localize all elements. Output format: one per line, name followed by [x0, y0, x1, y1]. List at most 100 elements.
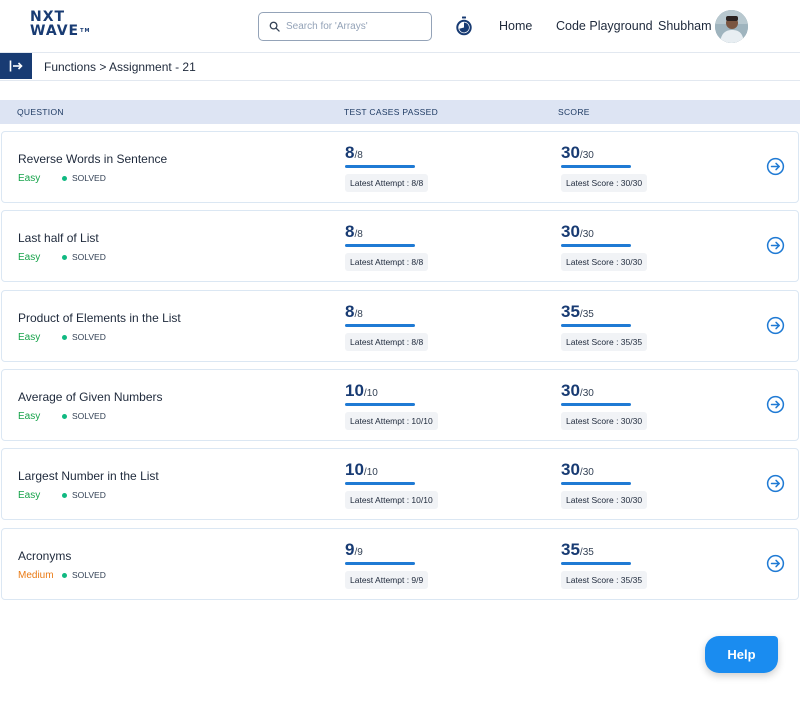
search-input[interactable] [286, 21, 416, 32]
score-value: 30 [561, 143, 580, 162]
total-count: /8 [354, 309, 363, 320]
total-count: /8 [354, 150, 363, 161]
arrow-right-circle-icon[interactable] [766, 236, 785, 255]
latest-attempt-chip: Latest Attempt : 8/8 [345, 253, 429, 271]
score-cell: 30/30 Latest Score : 30/30 [561, 222, 648, 271]
status-badge: SOLVED [62, 490, 106, 500]
table-row[interactable]: Product of Elements in the List Easy SOLVE… [1, 290, 799, 362]
score-max: /30 [579, 388, 594, 399]
test-progress-bar [345, 403, 415, 406]
score-cell: 35/35 Latest Score : 35/35 [561, 540, 648, 589]
question-title[interactable]: Acronyms [18, 549, 71, 563]
search-box[interactable] [258, 12, 432, 41]
score-max: /30 [579, 467, 594, 478]
question-title[interactable]: Reverse Words in Sentence [18, 152, 167, 166]
total-count: /8 [354, 229, 363, 240]
table-header: QUESTION TEST CASES PASSED SCORE [0, 100, 800, 124]
latest-score-chip: Latest Score : 30/30 [561, 174, 648, 192]
difficulty-label: Medium [18, 570, 54, 581]
latest-score-chip: Latest Score : 30/30 [561, 253, 648, 271]
nav-home-link[interactable]: Home [499, 19, 532, 33]
latest-score-chip: Latest Score : 30/30 [561, 491, 648, 509]
test-cases-cell: 8/8 Latest Attempt : 8/8 [345, 143, 429, 192]
score-cell: 30/30 Latest Score : 30/30 [561, 143, 648, 192]
latest-attempt-chip: Latest Attempt : 8/8 [345, 174, 429, 192]
latest-attempt-chip: Latest Attempt : 10/10 [345, 491, 438, 509]
arrow-right-circle-icon[interactable] [766, 474, 785, 493]
arrow-right-circle-icon[interactable] [766, 157, 785, 176]
score-progress-bar [561, 403, 631, 406]
solved-dot-icon [62, 492, 67, 498]
table-row[interactable]: Acronyms Medium SOLVED 9/9 Latest Attempt : … [1, 528, 799, 600]
question-title[interactable]: Last half of List [18, 231, 99, 245]
table-row[interactable]: Reverse Words in Sentence Easy SOLVED 8/8 La… [1, 131, 799, 203]
latest-score-chip: Latest Score : 35/35 [561, 333, 648, 351]
score-max: /35 [579, 547, 594, 558]
test-cases-cell: 8/8 Latest Attempt : 8/8 [345, 222, 429, 271]
score-max: /30 [579, 229, 594, 240]
arrow-right-circle-icon[interactable] [766, 395, 785, 414]
status-badge: SOLVED [62, 252, 106, 262]
status-text: SOLVED [72, 332, 106, 342]
stopwatch-icon[interactable] [455, 16, 473, 36]
score-progress-bar [561, 482, 631, 485]
question-title[interactable]: Product of Elements in the List [18, 311, 181, 325]
avatar[interactable] [715, 10, 748, 43]
status-badge: SOLVED [62, 411, 106, 421]
solved-dot-icon [62, 334, 67, 340]
test-progress-bar [345, 562, 415, 565]
arrow-right-circle-icon[interactable] [766, 316, 785, 335]
score-value: 35 [561, 540, 580, 559]
score-cell: 30/30 Latest Score : 30/30 [561, 460, 648, 509]
top-header: NXT WAVETM Home Code Playground Shubham [0, 0, 800, 53]
score-value: 30 [561, 381, 580, 400]
sidebar-toggle-button[interactable] [0, 53, 32, 79]
nav-code-playground-link[interactable]: Code Playground [556, 19, 653, 33]
solved-dot-icon [62, 175, 67, 181]
latest-score-chip: Latest Score : 35/35 [561, 571, 648, 589]
avatar-image [715, 10, 748, 43]
test-cases-cell: 10/10 Latest Attempt : 10/10 [345, 460, 438, 509]
total-count: /10 [363, 388, 378, 399]
latest-score-chip: Latest Score : 30/30 [561, 412, 648, 430]
nxtwave-logo[interactable]: NXT WAVETM [30, 10, 91, 38]
help-button[interactable]: Help [705, 636, 778, 673]
latest-attempt-chip: Latest Attempt : 10/10 [345, 412, 438, 430]
question-title[interactable]: Largest Number in the List [18, 469, 159, 483]
status-text: SOLVED [72, 252, 106, 262]
question-title[interactable]: Average of Given Numbers [18, 390, 163, 404]
score-max: /30 [579, 150, 594, 161]
table-row[interactable]: Last half of List Easy SOLVED 8/8 Latest Att… [1, 210, 799, 282]
test-progress-bar [345, 165, 415, 168]
breadcrumb: Functions > Assignment - 21 [44, 60, 196, 74]
search-icon [269, 21, 280, 32]
score-progress-bar [561, 562, 631, 565]
latest-attempt-chip: Latest Attempt : 8/8 [345, 333, 429, 351]
score-progress-bar [561, 244, 631, 247]
solved-dot-icon [62, 413, 67, 419]
score-progress-bar [561, 165, 631, 168]
status-text: SOLVED [72, 411, 106, 421]
score-progress-bar [561, 324, 631, 327]
status-badge: SOLVED [62, 570, 106, 580]
expand-sidebar-icon [9, 60, 23, 72]
score-value: 35 [561, 302, 580, 321]
breadcrumb-bar: Functions > Assignment - 21 [0, 53, 800, 81]
table-row[interactable]: Largest Number in the List Easy SOLVED 10/1… [1, 448, 799, 520]
user-name[interactable]: Shubham [658, 19, 712, 33]
status-text: SOLVED [72, 173, 106, 183]
table-row[interactable]: Average of Given Numbers Easy SOLVED 10/10 L… [1, 369, 799, 441]
passed-count: 10 [345, 460, 364, 479]
score-cell: 30/30 Latest Score : 30/30 [561, 381, 648, 430]
score-max: /35 [579, 309, 594, 320]
test-cases-cell: 8/8 Latest Attempt : 8/8 [345, 302, 429, 351]
column-header-test-cases: TEST CASES PASSED [344, 107, 439, 117]
difficulty-label: Easy [18, 490, 41, 501]
passed-count: 10 [345, 381, 364, 400]
logo-tm: TM [80, 28, 91, 34]
logo-line-1: NXT [30, 9, 66, 25]
solved-dot-icon [62, 572, 67, 578]
total-count: /10 [363, 467, 378, 478]
test-progress-bar [345, 244, 415, 247]
arrow-right-circle-icon[interactable] [766, 554, 785, 573]
